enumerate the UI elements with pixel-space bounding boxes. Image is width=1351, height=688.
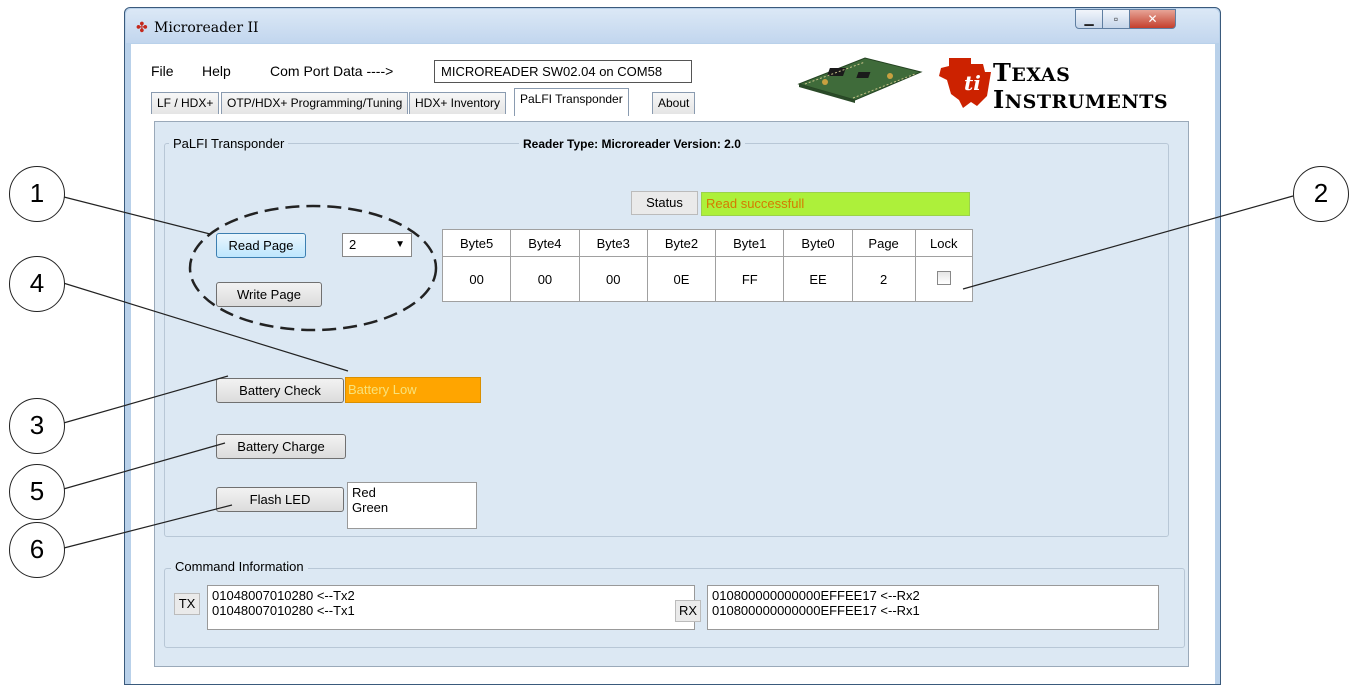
col-header-byte3: Byte3 — [578, 229, 648, 257]
window-title: Microreader II — [154, 20, 259, 36]
callout-5: 5 — [9, 464, 65, 520]
cell-byte0[interactable]: EE — [783, 256, 853, 302]
battery-status-field: Battery Low — [345, 377, 481, 403]
tab-palfi-transponder[interactable]: PaLFI Transponder — [514, 88, 629, 116]
cell-byte3[interactable]: 00 — [578, 256, 648, 302]
callout-1: 1 — [9, 166, 65, 222]
read-page-button[interactable]: Read Page — [216, 233, 306, 258]
com-port-label: Com Port Data ----> — [270, 63, 394, 79]
page-select[interactable]: 2 ▼ — [342, 233, 412, 257]
command-info-title: Command Information — [171, 559, 308, 574]
page-select-value: 2 — [349, 237, 357, 252]
status-label: Status — [631, 191, 698, 215]
cell-lock — [914, 256, 974, 302]
tab-about[interactable]: About — [652, 92, 696, 114]
tx-log[interactable]: 01048007010280 <--Tx2 01048007010280 <--… — [207, 585, 695, 630]
status-field: Read successfull — [701, 192, 970, 216]
com-port-field: MICROREADER SW02.04 on COM58 — [434, 60, 692, 83]
tab-lf-hdx[interactable]: LF / HDX+ — [151, 92, 220, 114]
col-header-byte5: Byte5 — [441, 229, 512, 257]
palfi-group-title: PaLFI Transponder — [169, 136, 289, 151]
chevron-down-icon: ▼ — [395, 239, 405, 250]
flash-led-button[interactable]: Flash LED — [216, 487, 344, 512]
tx-label: TX — [174, 593, 200, 615]
col-header-byte1: Byte1 — [715, 229, 785, 257]
rx-line-2: 010800000000000EFFEE17 <--Rx2 — [712, 588, 920, 603]
led-option-green[interactable]: Green — [352, 500, 472, 515]
cell-byte1[interactable]: FF — [715, 256, 785, 302]
callout-2: 2 — [1293, 166, 1349, 222]
battery-check-button[interactable]: Battery Check — [216, 378, 344, 403]
battery-charge-button[interactable]: Battery Charge — [216, 434, 346, 459]
col-header-lock: Lock — [914, 229, 974, 257]
cell-byte2[interactable]: 0E — [646, 256, 717, 302]
col-header-page: Page — [851, 229, 916, 257]
callout-6: 6 — [9, 522, 65, 578]
minimize-button[interactable]: ▁ — [1075, 9, 1103, 29]
title-bar[interactable]: ✤ Microreader II ▁ ▫ ✕ — [126, 9, 1219, 43]
col-header-byte2: Byte2 — [646, 229, 717, 257]
tx-line-2: 01048007010280 <--Tx2 — [212, 588, 355, 603]
app-window: ✤ Microreader II ▁ ▫ ✕ File Help Com Por… — [124, 7, 1221, 685]
cell-byte4[interactable]: 00 — [510, 256, 580, 302]
cell-byte5[interactable]: 00 — [441, 256, 512, 302]
tx-line-1: 01048007010280 <--Tx1 — [212, 603, 355, 618]
callout-3: 3 — [9, 398, 65, 454]
client-area: File Help Com Port Data ----> MICROREADE… — [131, 44, 1215, 684]
ti-logo-line2: INSTRUMENTS — [993, 85, 1169, 114]
palfi-tab-page: PaLFI Transponder Reader Type: Microread… — [154, 121, 1189, 667]
page-data-table: Byte5 Byte4 Byte3 Byte2 Byte1 Byte0 Page… — [441, 229, 974, 302]
cell-page[interactable]: 2 — [851, 256, 916, 302]
reader-board-image — [797, 57, 923, 103]
maximize-button[interactable]: ▫ — [1102, 9, 1130, 29]
lock-checkbox[interactable] — [936, 270, 951, 285]
led-color-list[interactable]: Red Green — [347, 482, 477, 529]
rx-line-1: 010800000000000EFFEE17 <--Rx1 — [712, 603, 920, 618]
menu-help[interactable]: Help — [202, 63, 231, 79]
col-header-byte0: Byte0 — [783, 229, 853, 257]
svg-text:ti: ti — [964, 71, 981, 95]
menu-file[interactable]: File — [151, 63, 174, 79]
write-page-button[interactable]: Write Page — [216, 282, 322, 307]
app-icon: ✤ — [136, 19, 148, 35]
rx-label: RX — [675, 600, 701, 622]
close-button[interactable]: ✕ — [1129, 9, 1176, 29]
led-option-red[interactable]: Red — [352, 485, 472, 500]
rx-log[interactable]: 010800000000000EFFEE17 <--Rx2 0108000000… — [707, 585, 1159, 630]
reader-type-label: Reader Type: Microreader Version: 2.0 — [519, 137, 745, 151]
ti-logo-line1: TEXAS — [993, 58, 1071, 87]
col-header-byte4: Byte4 — [510, 229, 580, 257]
tab-hdx-inventory[interactable]: HDX+ Inventory — [409, 92, 507, 114]
tab-otp-programming[interactable]: OTP/HDX+ Programming/Tuning — [221, 92, 409, 114]
callout-4: 4 — [9, 256, 65, 312]
